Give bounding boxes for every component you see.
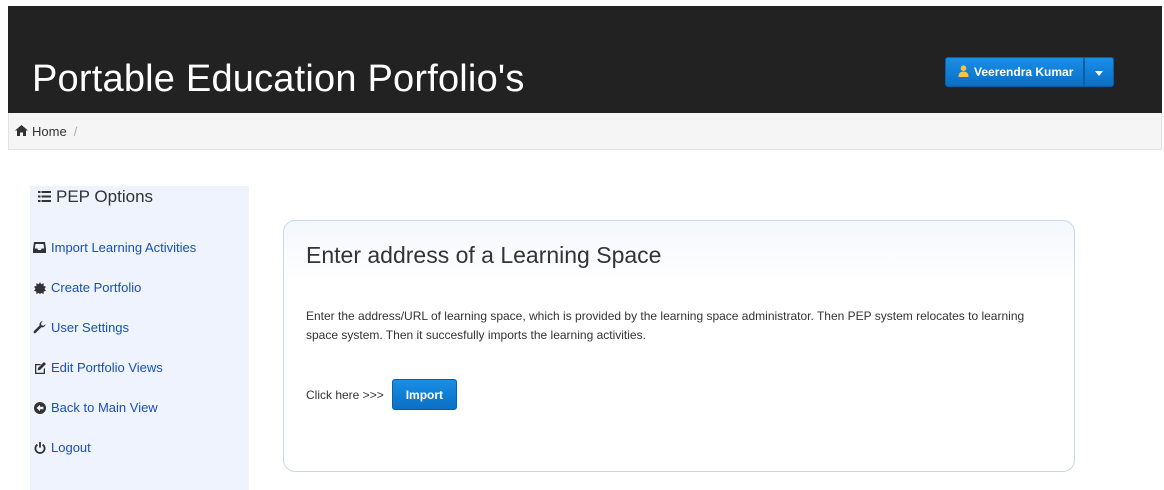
arrow-circle-left-icon xyxy=(33,401,46,414)
sidebar: PEP Options Import Learning Activities C… xyxy=(30,186,249,490)
breadcrumb-home-label: Home xyxy=(32,123,67,139)
caret-down-icon xyxy=(1095,65,1104,79)
top-header: Portable Education Porfolio's Veerendra … xyxy=(8,6,1162,113)
click-here-label: Click here >>> xyxy=(306,387,384,402)
list-icon xyxy=(38,187,51,207)
breadcrumb: Home / xyxy=(8,113,1162,150)
sidebar-heading: PEP Options xyxy=(38,187,153,207)
sidebar-item-logout[interactable]: Logout xyxy=(33,440,91,455)
user-button[interactable]: Veerendra Kumar xyxy=(945,57,1085,87)
certificate-icon xyxy=(33,281,46,294)
panel-description: Enter the address/URL of learning space,… xyxy=(306,309,1025,342)
home-icon xyxy=(15,124,28,139)
sidebar-heading-label: PEP Options xyxy=(56,187,154,206)
breadcrumb-separator: / xyxy=(73,123,78,139)
user-name: Veerendra Kumar xyxy=(974,65,1074,79)
import-row: Click here >>> Import xyxy=(306,379,458,410)
wrench-icon xyxy=(33,321,46,334)
sidebar-item-label: User Settings xyxy=(51,320,130,335)
user-dropdown-toggle[interactable] xyxy=(1084,57,1115,87)
sidebar-item-label: Back to Main View xyxy=(51,400,158,415)
user-icon xyxy=(958,64,969,80)
sidebar-item-import-learning-activities[interactable]: Import Learning Activities xyxy=(33,240,196,255)
sidebar-item-label: Logout xyxy=(51,440,91,455)
import-button[interactable]: Import xyxy=(391,379,458,410)
sidebar-item-label: Edit Portfolio Views xyxy=(51,360,163,375)
sidebar-item-edit-portfolio-views[interactable]: Edit Portfolio Views xyxy=(33,360,163,375)
sidebar-item-back-to-main-view[interactable]: Back to Main View xyxy=(33,400,158,415)
app-title: Portable Education Porfolio's xyxy=(32,58,525,100)
inbox-icon xyxy=(33,241,46,254)
import-panel: Enter address of a Learning Space Enter … xyxy=(283,220,1075,472)
user-menu: Veerendra Kumar xyxy=(945,57,1115,87)
sidebar-item-create-portfolio[interactable]: Create Portfolio xyxy=(33,280,141,295)
sidebar-item-label: Import Learning Activities xyxy=(51,240,197,255)
breadcrumb-home[interactable]: Home xyxy=(15,124,67,139)
sidebar-item-label: Create Portfolio xyxy=(51,280,142,295)
panel-title: Enter address of a Learning Space xyxy=(306,242,662,268)
edit-icon xyxy=(33,361,46,374)
power-icon xyxy=(33,441,46,454)
sidebar-item-user-settings[interactable]: User Settings xyxy=(33,320,129,335)
